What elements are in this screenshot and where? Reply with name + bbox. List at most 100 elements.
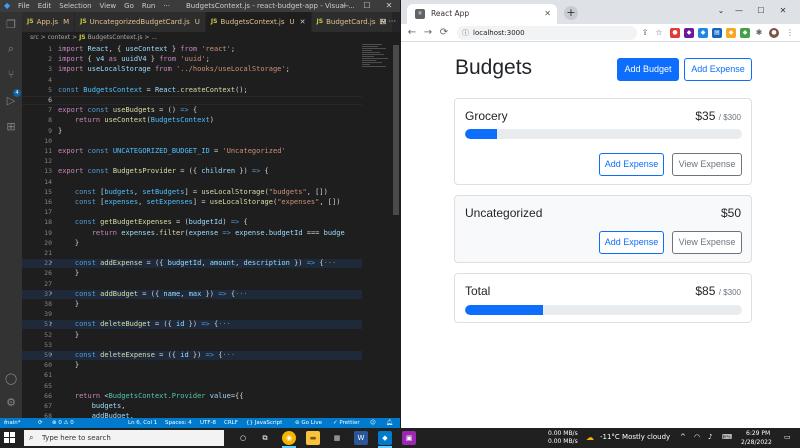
cortana-icon[interactable]: ○ <box>236 431 250 445</box>
cursor-position[interactable]: Ln 6, Col 1 <box>128 418 157 428</box>
code-line: budgets, <box>91 402 126 410</box>
feedback-icon[interactable]: ☺ <box>370 418 376 428</box>
extension-blue-icon[interactable]: ◆ <box>698 28 708 38</box>
store-icon[interactable]: ▦ <box>330 431 344 445</box>
add-budget-button[interactable]: Add Budget <box>617 58 679 81</box>
app-purple-icon[interactable]: ▣ <box>402 431 416 445</box>
task-view-icon[interactable]: ⧉ <box>258 431 272 445</box>
line-number: 22 <box>44 259 52 268</box>
editor-tab[interactable]: JS App.js M <box>22 12 76 32</box>
tab-close-icon[interactable]: ✕ <box>544 4 551 24</box>
editor-scrollbar[interactable] <box>392 43 400 418</box>
explorer-icon[interactable]: ❐ <box>4 18 18 32</box>
add-expense-button[interactable]: Add Expense <box>599 231 664 254</box>
menu-item-file[interactable]: File <box>18 0 30 12</box>
close-icon[interactable]: ✕ <box>378 0 400 12</box>
extension-adblock-icon[interactable]: ● <box>670 28 680 38</box>
chrome-close-icon[interactable]: ✕ <box>775 4 791 18</box>
reload-icon[interactable]: ⟳ <box>437 26 451 40</box>
scrollbar-thumb[interactable] <box>393 45 399 215</box>
go-live-button[interactable]: ⊚ Go Live <box>295 418 322 428</box>
notifications-bell-icon[interactable]: 🔔︎ <box>386 418 393 428</box>
menu-item-more[interactable]: ··· <box>163 0 170 12</box>
wifi-icon[interactable]: ◠ <box>694 433 700 441</box>
fold-chevron-icon[interactable]: › <box>50 351 52 358</box>
editor-actions[interactable]: ⊟ ··· <box>379 12 396 32</box>
code-editor[interactable]: 1 import React, { useContext } from 'reac… <box>22 43 362 418</box>
js-file-icon: JS <box>79 34 86 41</box>
minimap[interactable] <box>362 43 392 103</box>
chrome-minimize-icon[interactable]: — <box>731 4 747 18</box>
chrome-maximize-icon[interactable]: ☐ <box>753 4 769 18</box>
word-icon[interactable]: W <box>354 431 368 445</box>
minimize-icon[interactable]: — <box>334 0 356 12</box>
view-expense-button[interactable]: View Expense <box>672 231 742 254</box>
share-icon[interactable]: ⇪ <box>640 28 650 38</box>
menu-item-view[interactable]: View <box>100 0 117 12</box>
browser-tab[interactable]: ⚛ React App ✕ <box>407 4 557 24</box>
extensions-puzzle-icon[interactable]: ✱ <box>754 28 764 38</box>
extensions-icon[interactable]: ⊞ <box>4 120 18 134</box>
clock-date[interactable]: 2/28/2022 <box>741 439 772 446</box>
search-icon[interactable]: ⌕ <box>4 42 18 56</box>
forward-icon[interactable]: → <box>421 26 435 40</box>
line-number: 9 <box>48 126 52 135</box>
indentation[interactable]: Spaces: 4 <box>165 418 192 428</box>
line-number: 20 <box>44 238 52 247</box>
editor-tab[interactable]: JS UncategorizedBudgetCard.js U <box>75 12 206 32</box>
editor-tab[interactable]: JS BudgetsContext.js U ✕ <box>205 12 312 32</box>
progress-fill <box>465 305 544 315</box>
maximize-icon[interactable]: ☐ <box>356 0 378 12</box>
extension-green-icon[interactable]: ◆ <box>740 28 750 38</box>
address-bar[interactable]: ⓘ localhost:3000 <box>457 26 637 40</box>
encoding[interactable]: UTF-8 <box>200 418 216 428</box>
file-explorer-icon[interactable]: ▬ <box>306 431 320 445</box>
run-debug-icon[interactable]: ▷ <box>4 94 18 108</box>
prettier-status[interactable]: ✓ Prettier <box>333 418 360 428</box>
menu-item-go[interactable]: Go <box>124 0 134 12</box>
menu-item-edit[interactable]: Edit <box>38 0 52 12</box>
extension-yellow-icon[interactable]: ◆ <box>726 28 736 38</box>
vscode-window: ◆ File Edit Selection View Go Run ··· BudgetsC… <box>0 0 400 428</box>
tray-chevron-icon[interactable]: ^ <box>680 433 686 441</box>
taskbar-search-box[interactable]: ⌕ Type here to search <box>24 430 224 446</box>
vscode-taskbar-icon[interactable]: ◆ <box>378 431 392 445</box>
breadcrumb-context[interactable]: context <box>48 34 71 41</box>
end-of-line[interactable]: CRLF <box>224 418 238 428</box>
url-text: localhost:3000 <box>473 29 525 37</box>
chrome-menu-icon[interactable]: ⋮ <box>785 28 795 38</box>
settings-gear-icon[interactable]: ⚙ <box>4 396 18 410</box>
windows-start-icon[interactable] <box>4 432 16 444</box>
profile-avatar[interactable]: ● <box>769 28 779 38</box>
bookmark-star-icon[interactable]: ☆ <box>654 28 664 38</box>
clock-time[interactable]: 6:29 PM <box>746 430 770 437</box>
weather-text[interactable]: -11°C Mostly cloudy <box>600 433 670 441</box>
breadcrumb-src[interactable]: src <box>30 34 39 41</box>
breadcrumb-more[interactable]: ... <box>151 34 157 41</box>
menu-item-selection[interactable]: Selection <box>59 0 91 12</box>
chrome-taskbar-icon[interactable]: ◉ <box>282 431 296 445</box>
add-expense-header-button[interactable]: Add Expense <box>684 58 752 81</box>
chrome-tab-search-icon[interactable]: ⌄ <box>713 4 729 18</box>
notification-icon[interactable]: ▭ <box>784 433 791 441</box>
new-tab-button[interactable]: + <box>564 6 578 20</box>
menu-item-run[interactable]: Run <box>142 0 155 12</box>
extension-purple-icon[interactable]: ◆ <box>684 28 694 38</box>
site-info-icon[interactable]: ⓘ <box>462 26 469 40</box>
back-icon[interactable]: ← <box>405 26 419 40</box>
language-mode[interactable]: {} JavaScript <box>246 418 282 428</box>
account-icon[interactable]: ◯ <box>4 372 18 386</box>
fold-chevron-icon[interactable]: › <box>50 320 52 327</box>
fold-chevron-icon[interactable]: › <box>50 290 52 297</box>
sync-icon[interactable]: ⟳ <box>38 418 43 428</box>
extension-docs-icon[interactable]: ▤ <box>712 28 722 38</box>
add-expense-button[interactable]: Add Expense <box>599 153 664 176</box>
fold-chevron-icon[interactable]: › <box>50 259 52 266</box>
view-expense-button[interactable]: View Expense <box>672 153 742 176</box>
problems-indicator[interactable]: ⊗ 0 ⚠ 0 <box>52 418 74 428</box>
tab-close-icon[interactable]: ✕ <box>300 12 306 32</box>
breadcrumb-file[interactable]: BudgetsContext.js <box>88 34 143 41</box>
volume-icon[interactable]: ♪ <box>708 433 712 441</box>
language-icon[interactable]: ⌨ <box>722 433 732 441</box>
source-control-icon[interactable]: ⑂ <box>4 68 18 82</box>
